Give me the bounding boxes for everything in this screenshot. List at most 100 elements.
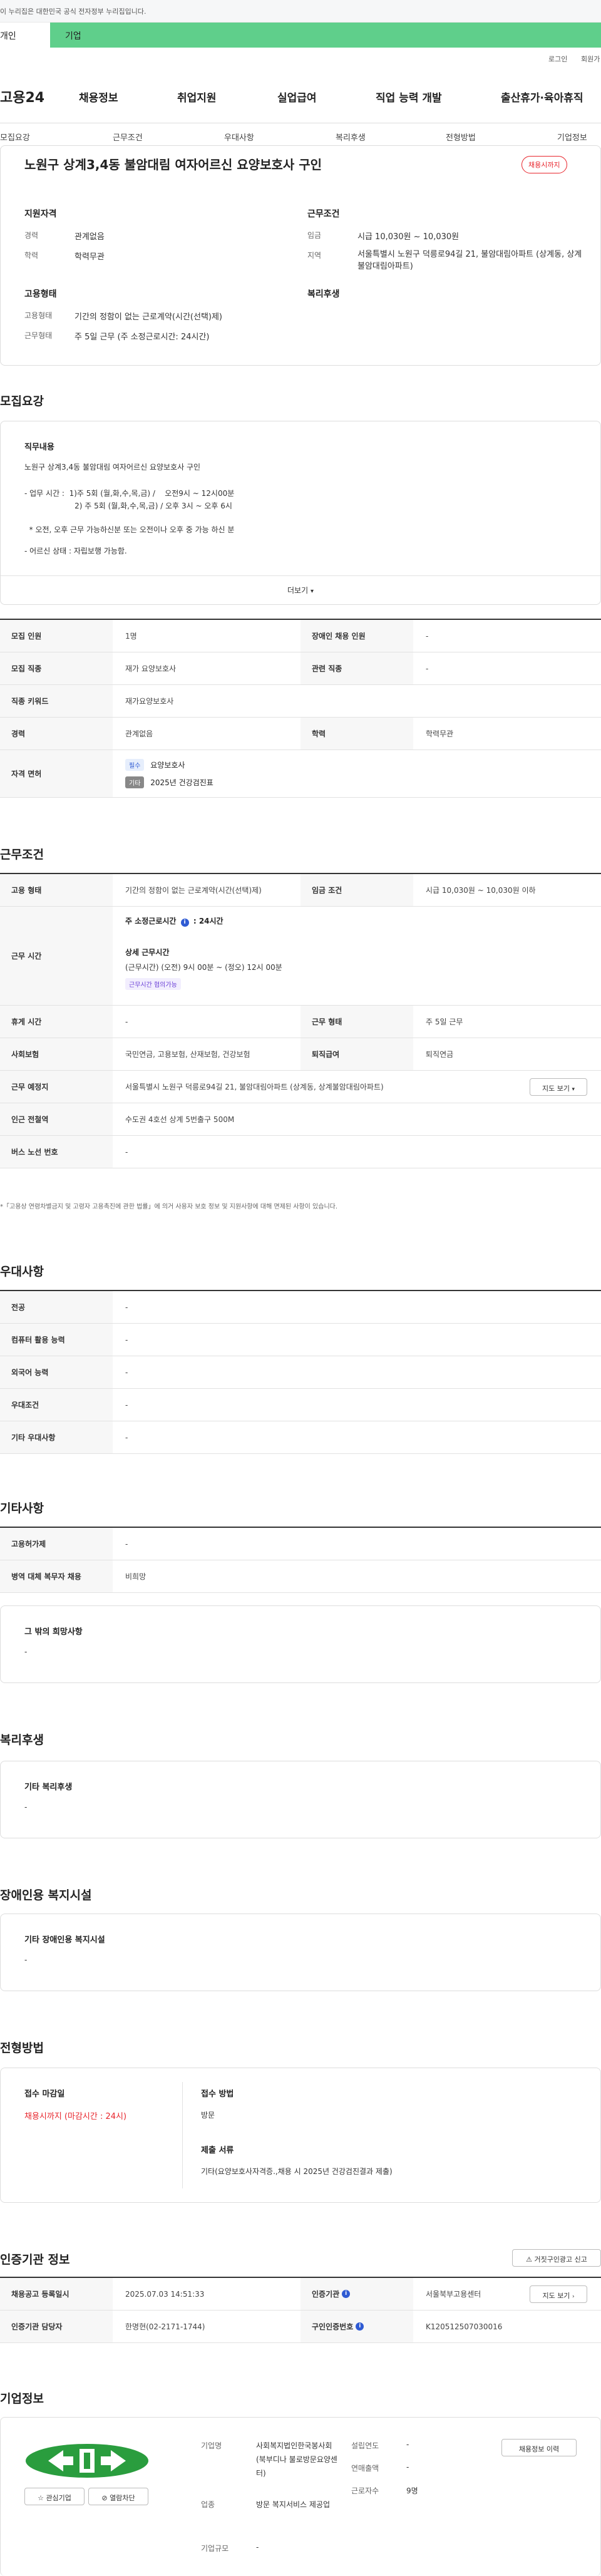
employees-value: 9명 — [406, 2486, 418, 2495]
interest-button-label: 관심기업 — [46, 2494, 71, 2502]
company-name-label: 기업명 — [201, 2441, 222, 2450]
table-row: 컴퓨터 활용 능력 - — [0, 1324, 601, 1356]
info-icon[interactable]: i — [342, 2290, 351, 2298]
insurance-label: 사회보험 — [0, 1038, 113, 1070]
row-value: - — [125, 1433, 128, 1442]
row-label: 고용허가제 — [0, 1528, 113, 1560]
table-row: 외국어 능력 - — [0, 1356, 601, 1389]
license-tag: 기타 — [125, 776, 145, 788]
section-nav-company[interactable]: 기업정보 — [557, 131, 587, 143]
row-value: - — [125, 1400, 128, 1409]
license-label: 자격 면허 — [0, 750, 113, 797]
gnb-item-parental[interactable]: 출산휴가·육아휴직 — [501, 89, 583, 105]
row-value: 재가 요양보호사 — [125, 664, 177, 673]
gov-notice-text: 이 누리집은 대한민국 공식 전자정부 누리집입니다. — [0, 8, 146, 16]
duty-line: * 오전, 오후 근무 가능하신분 또는 오전이나 오후 중 가능 하신 분 — [24, 525, 235, 534]
hours-negotiable-tag: 근무시간 협의가능 — [125, 978, 181, 990]
subway-label: 인근 전철역 — [0, 1103, 113, 1135]
company-name-value: 사회복지법인한국봉사회(북부디나 불로방문요양센터) — [256, 2441, 337, 2478]
section-nav-preference[interactable]: 우대사항 — [224, 131, 254, 143]
duty-line: - 업무 시간 : 1)주 5회 (월,화,수,목,금) / 오전9시 ~ 12… — [24, 489, 235, 498]
welfare-section-title: 복리후생 — [0, 1733, 44, 1747]
agency-map-button[interactable]: 지도 보기 › — [530, 2285, 587, 2303]
row-label: 모집 인원 — [0, 620, 113, 652]
license-tag: 필수 — [125, 759, 145, 771]
report-button-label: 거짓구인광고 신고 — [534, 2255, 587, 2264]
industry-value: 방문 복지서비스 제공업 — [256, 2500, 331, 2509]
qualification-title: 지원자격 — [24, 209, 57, 219]
table-row: 휴게 시간 - 근무 형태 주 5일 근무 — [0, 1006, 601, 1038]
row-label: 기타 우대사항 — [0, 1421, 113, 1453]
hours-detail-value: (근무시간) (오전) 9시 00분 ~ (정오) 12시 00분 — [125, 963, 282, 972]
gnb-item-jobs[interactable]: 채용정보 — [79, 89, 118, 105]
welfare-box-value: - — [24, 1803, 28, 1811]
job-no-value: K120512507030016 — [426, 2322, 503, 2331]
gov-notice-bar: 이 누리집은 대한민국 공식 전자정부 누리집입니다. — [0, 0, 601, 23]
company-card: ☆ 관심기업 ⊘ 열람차단 기업명 사회복지법인한국봉사회(북부디나 불로방문요… — [0, 2417, 601, 2576]
table-row: 전공 - — [0, 1291, 601, 1324]
more-button[interactable]: 더보기 ▾ — [1, 575, 600, 604]
row-label: 모집 직종 — [0, 652, 113, 684]
other-wishes-value: - — [24, 1647, 28, 1656]
interest-company-button[interactable]: ☆ 관심기업 — [24, 2488, 85, 2505]
info-icon[interactable]: i — [180, 919, 189, 927]
revenue-label: 연매출액 — [351, 2464, 379, 2473]
table-row: 기타 우대사항 - — [0, 1421, 601, 1454]
report-button[interactable]: ⚠ 거짓구인광고 신고 — [512, 2249, 601, 2267]
table-row: 인증기관 담당자 한명현(02-2171-1744) 구인인증번호 i K120… — [0, 2311, 601, 2343]
place-value: 서울특별시 노원구 덕릉로94길 21, 불암대림아파트 (상계동, 상계불암대… — [125, 1083, 384, 1091]
signup-link[interactable]: 회원가 — [581, 54, 600, 64]
hours-weekly: 주 소정근로시간 i : 24시간 — [125, 915, 223, 927]
other-wishes-card: 그 밖의 희망사항 - — [0, 1605, 601, 1683]
duty-line: 노원구 상계3,4동 불암대림 여자어르신 요양보호사 구인 — [24, 463, 201, 471]
section-nav-conditions[interactable]: 근무조건 — [113, 131, 143, 143]
conditions-footnote: *「고용상 연령차별금지 및 고령자 고용촉진에 관한 법률」에 의거 사용자 … — [0, 1203, 338, 1210]
divider — [182, 2082, 183, 2188]
star-icon: ☆ — [38, 2494, 44, 2502]
career-value: 관계없음 — [74, 232, 105, 242]
agency-label: 인증기관 i — [300, 2278, 413, 2310]
table-row: 직종 키워드 재가요양보호사 — [0, 685, 601, 718]
gnb-item-training[interactable]: 직업 능력 개발 — [376, 89, 442, 105]
gnb-item-support[interactable]: 취업지원 — [177, 89, 217, 105]
method-title: 접수 방법 — [201, 2089, 234, 2099]
map-button[interactable]: 지도 보기 ▾ — [530, 1078, 587, 1096]
gnb-item-unemployment[interactable]: 실업급여 — [277, 89, 317, 105]
size-value: - — [256, 2543, 259, 2552]
table-row: 고용허가제 - — [0, 1528, 601, 1560]
table-row: 근무 시간 주 소정근로시간 i : 24시간 상세 근무시간 (근무시간) (… — [0, 907, 601, 1006]
hours-label: 근무 시간 — [0, 907, 113, 1005]
login-link[interactable]: 로그인 — [548, 54, 567, 64]
bus-value: - — [125, 1147, 128, 1157]
map-button-label: 지도 보기 — [542, 1084, 570, 1093]
retire-value: 퇴직연금 — [426, 1050, 454, 1059]
wage-cond-label: 임금 조건 — [300, 874, 413, 906]
section-nav-recruit[interactable]: 모집요강 — [0, 131, 30, 143]
user-type-tabs: 개인 기업 — [0, 23, 601, 48]
row-value: - — [426, 664, 429, 673]
status-badge: 채용시까지 — [521, 156, 567, 173]
site-logo[interactable]: 고용24 — [0, 86, 44, 106]
job-title: 노원구 상계3,4동 불암대림 여자어르신 요양보호사 구인 — [24, 157, 322, 172]
block-view-button[interactable]: ⊘ 열람차단 — [88, 2488, 148, 2505]
row-value: - — [125, 1368, 128, 1377]
disabled-box-value: - — [24, 1955, 28, 1964]
company-logo — [24, 2443, 150, 2479]
tab-personal[interactable]: 개인 — [0, 23, 50, 48]
hours-detail-title: 상세 근무시간 — [125, 948, 170, 957]
duty-title: 직무내용 — [24, 443, 54, 452]
work-type-value: 주 5일 근무 (주 소정근로시간: 24시간) — [74, 332, 210, 342]
tab-company[interactable]: 기업 — [50, 23, 601, 48]
subway-value: 수도권 4호선 상계 5번출구 500M — [125, 1115, 235, 1124]
row-label: 병역 대체 복무자 채용 — [0, 1560, 113, 1592]
deadline-title: 접수 마감일 — [24, 2089, 65, 2099]
row-label: 외국어 능력 — [0, 1356, 113, 1388]
section-nav-screening[interactable]: 전형방법 — [446, 131, 476, 143]
table-row: 모집 직종 재가 요양보호사 관련 직종 - — [0, 652, 601, 685]
job-history-button[interactable]: 채용정보 이력 — [501, 2439, 577, 2456]
row-value: - — [125, 1539, 128, 1548]
industry-label: 업종 — [201, 2500, 215, 2509]
section-nav-welfare[interactable]: 복리후생 — [336, 131, 366, 143]
info-icon[interactable]: i — [356, 2322, 364, 2331]
row-label: 장애인 채용 인원 — [300, 620, 413, 652]
